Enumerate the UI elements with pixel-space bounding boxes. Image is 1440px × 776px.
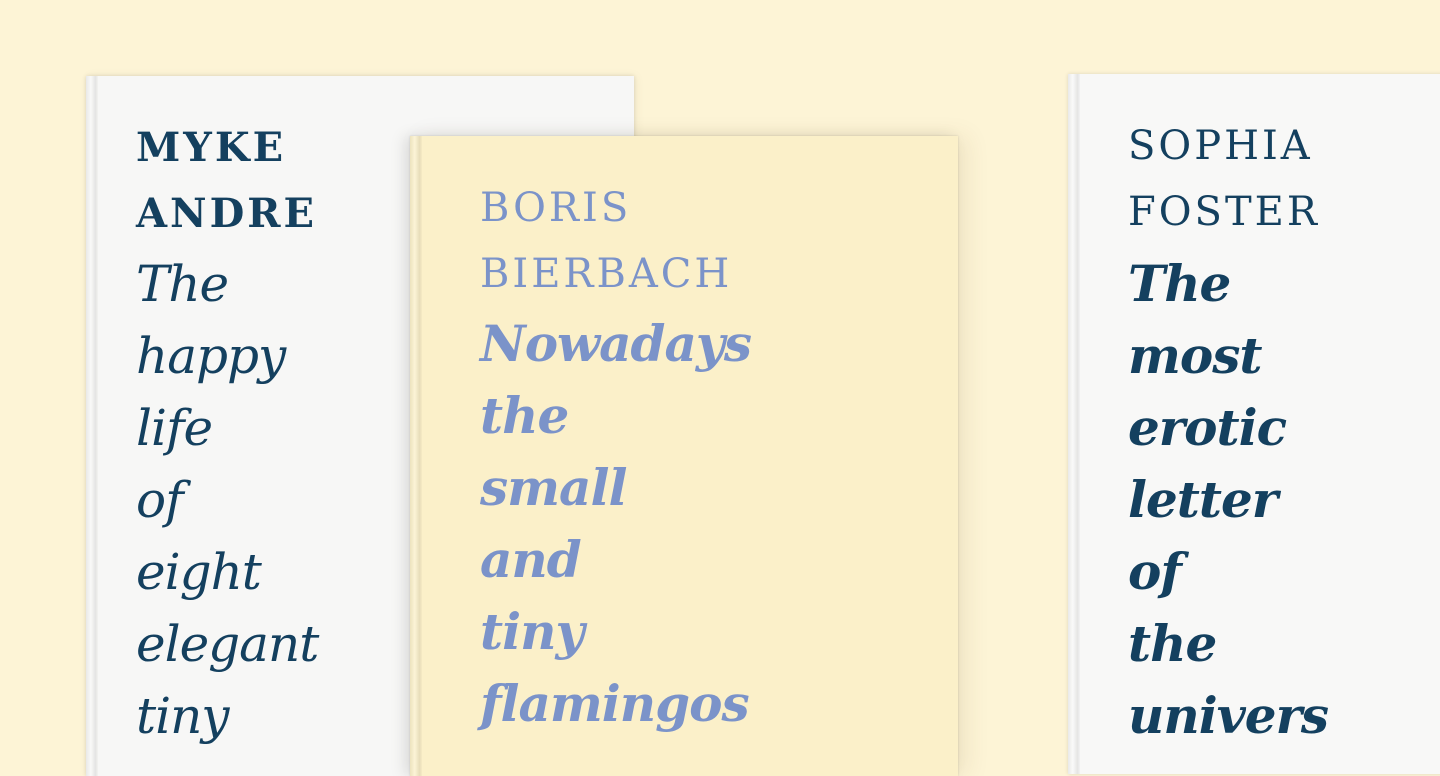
author-first-name: SOPHIA [1128, 123, 1313, 169]
title-word: happy [136, 327, 286, 385]
title-word: the [480, 386, 569, 445]
title-word: tiny [480, 602, 585, 661]
book-cover-boris-bierbach: BORIS BIERBACH Nowadays the small and ti… [410, 136, 958, 776]
book-author: SOPHIA FOSTER [1128, 124, 1320, 256]
book-title: The most erotic letter of the univers [1128, 254, 1329, 758]
title-word: The [136, 255, 229, 313]
title-word: most [1128, 326, 1263, 385]
title-word: Nowadays [480, 314, 752, 373]
author-last-name: ANDRE [136, 190, 318, 237]
book-title: Nowadays the small and tiny flamingos [480, 314, 752, 746]
author-first-name: MYKE [136, 124, 287, 171]
book-spine [410, 136, 422, 776]
book-author: MYKE ANDRE [136, 126, 317, 258]
title-word: tiny [136, 687, 230, 745]
title-word: The [1128, 254, 1231, 313]
title-word: flamingos [480, 674, 750, 733]
book-author: BORIS BIERBACH [480, 186, 732, 318]
book-spine [1068, 74, 1080, 774]
title-word: erotic [1128, 398, 1287, 457]
title-word: elegant [136, 615, 319, 673]
title-word: of [1128, 542, 1182, 601]
title-word: and [480, 530, 582, 589]
book-spine [86, 76, 98, 776]
author-last-name: FOSTER [1128, 189, 1320, 235]
title-word: of [136, 471, 184, 529]
title-word: letter [1128, 470, 1278, 529]
author-first-name: BORIS [480, 185, 632, 231]
title-word: eight [136, 543, 262, 601]
title-word: life [136, 399, 213, 457]
title-word: small [480, 458, 627, 517]
title-word: the [1128, 614, 1217, 673]
author-last-name: BIERBACH [480, 251, 733, 297]
title-word: univers [1128, 686, 1329, 745]
book-cover-sophia-foster: SOPHIA FOSTER The most erotic letter of … [1068, 74, 1440, 774]
book-title: The happy life of eight elegant tiny [136, 254, 319, 758]
